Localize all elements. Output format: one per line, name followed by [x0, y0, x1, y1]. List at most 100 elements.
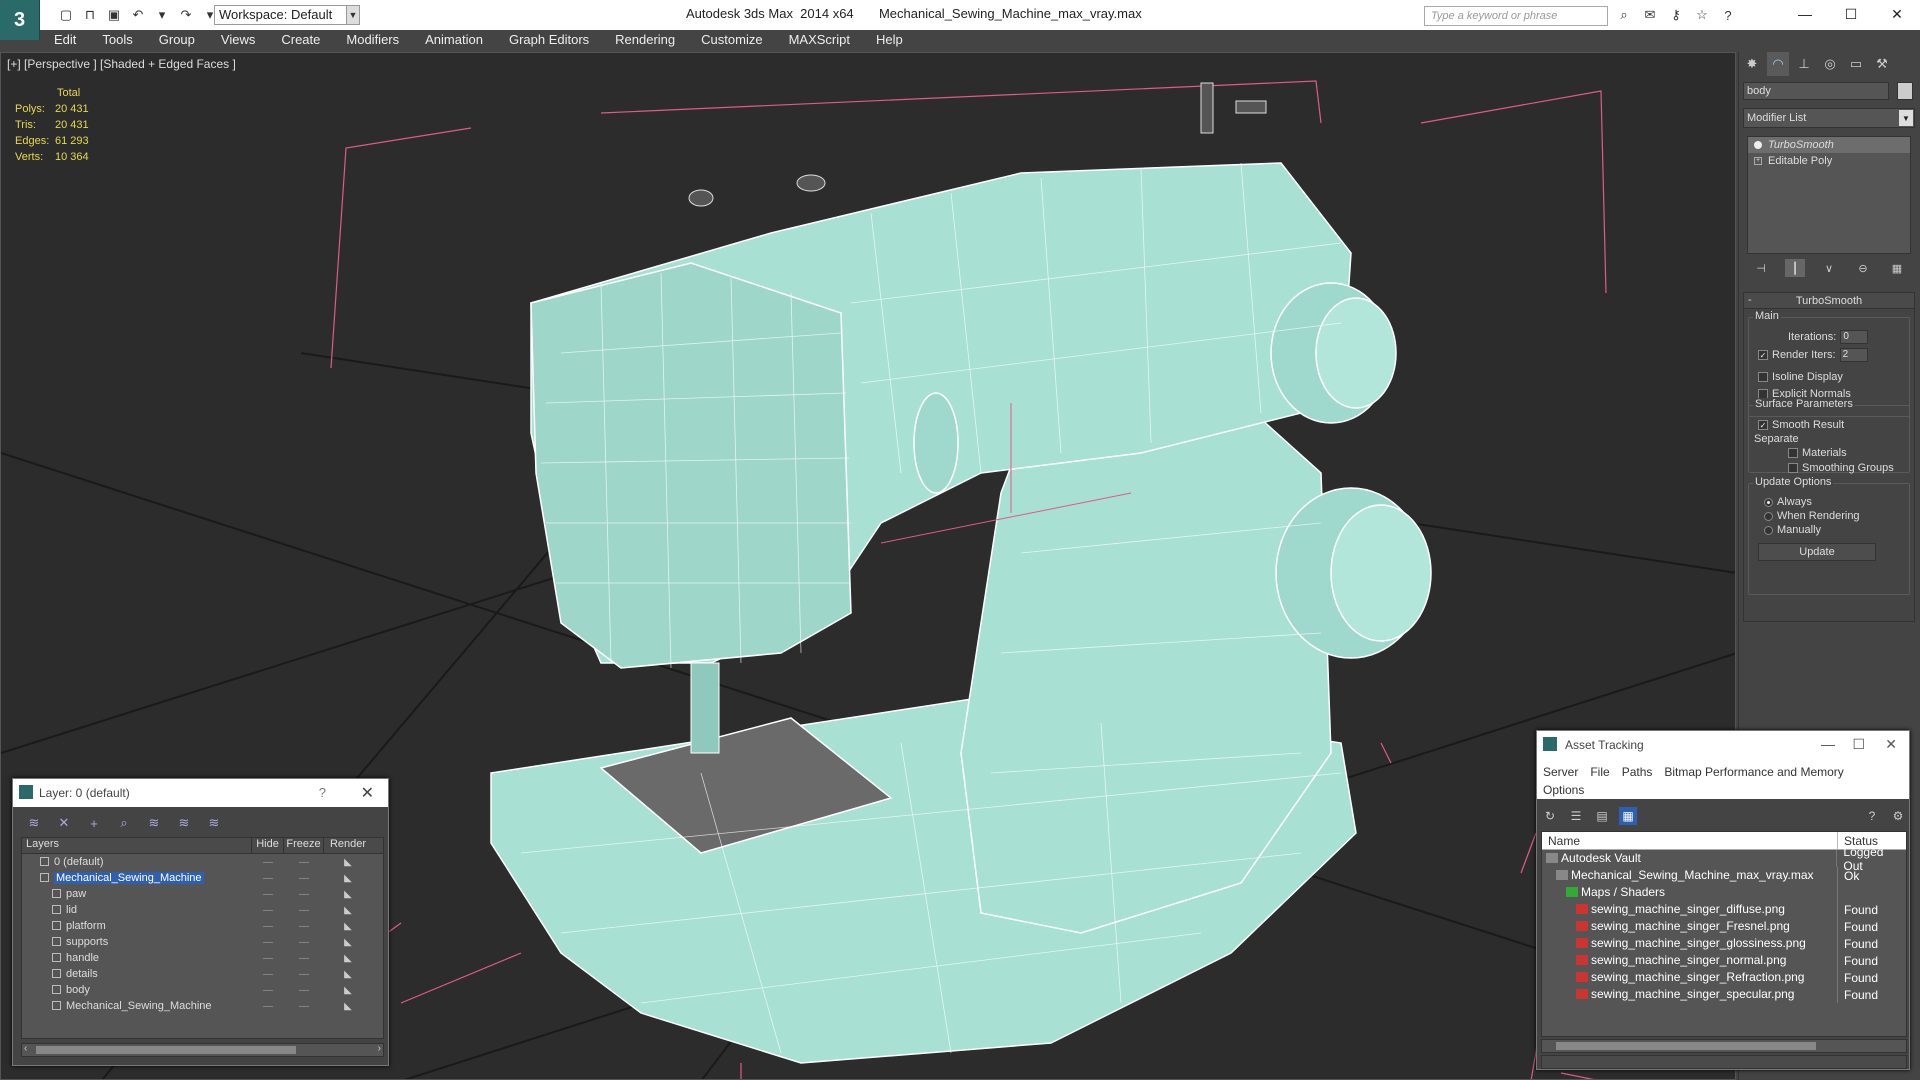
add-to-layer-icon[interactable]: + — [83, 813, 105, 833]
scroll-left-icon[interactable]: ‹ — [24, 1043, 27, 1054]
render-teapot-icon[interactable]: ◣ — [324, 889, 372, 900]
display-tab-icon[interactable]: ▭ — [1845, 52, 1867, 76]
render-teapot-icon[interactable]: ◣ — [324, 857, 372, 868]
scroll-thumb[interactable] — [36, 1046, 296, 1054]
asset-row[interactable]: sewing_machine_singer_glossiness.png Foun… — [1542, 935, 1906, 952]
freeze-toggle[interactable]: — — [284, 1001, 324, 1012]
manually-radio[interactable] — [1764, 525, 1773, 535]
show-end-result-icon[interactable]: ┃ — [1785, 259, 1805, 277]
smooth-result-checkbox[interactable]: ✓ — [1758, 420, 1768, 430]
hide-toggle[interactable]: — — [252, 873, 284, 884]
undo-dropdown-icon[interactable]: ▾ — [152, 5, 172, 25]
hide-toggle[interactable]: — — [252, 953, 284, 964]
hide-toggle[interactable]: — — [252, 985, 284, 996]
hide-toggle[interactable]: — — [252, 889, 284, 900]
delete-layer-icon[interactable]: ✕ — [53, 813, 75, 833]
minimize-icon[interactable]: — — [1782, 0, 1828, 28]
app-logo-button[interactable]: 3 — [0, 0, 40, 40]
sewing-machine-mesh[interactable] — [490, 162, 1432, 1064]
maximize-icon[interactable]: ☐ — [1828, 0, 1874, 28]
stack-item-editable-poly[interactable]: + Editable Poly — [1748, 153, 1910, 169]
layer-row[interactable]: platform — — ◣ — [22, 918, 383, 934]
asset-row[interactable]: sewing_machine_singer_Fresnel.png Found — [1542, 918, 1906, 935]
menu-item-maxscript[interactable]: MAXScript — [775, 30, 862, 50]
minimize-icon[interactable]: — — [1821, 736, 1835, 752]
layer-row[interactable]: Mechanical_Sewing_Machine — — ◣ — [22, 998, 383, 1014]
when-rendering-radio[interactable] — [1764, 511, 1773, 521]
hide-toggle[interactable]: — — [252, 969, 284, 980]
asset-menu-server[interactable]: Server — [1543, 765, 1578, 779]
asset-dialog-titlebar[interactable]: Asset Tracking — ☐ ✕ — [1537, 731, 1909, 759]
asset-menu-paths[interactable]: Paths — [1622, 765, 1653, 779]
column-layers[interactable]: Layers — [22, 838, 252, 853]
undo-icon[interactable]: ↶ — [128, 5, 148, 25]
layer-dialog-titlebar[interactable]: Layer: 0 (default) ? ✕ — [13, 779, 388, 807]
make-unique-icon[interactable]: ∨ — [1819, 259, 1839, 277]
object-name-field[interactable]: body — [1743, 82, 1889, 100]
freeze-toggle[interactable]: — — [284, 937, 324, 948]
scroll-thumb[interactable] — [1556, 1042, 1816, 1050]
create-tab-icon[interactable]: ✸ — [1741, 52, 1763, 76]
column-freeze[interactable]: Freeze — [284, 838, 324, 853]
select-layer-objects-icon[interactable]: ≋ — [143, 813, 165, 833]
menu-item-group[interactable]: Group — [145, 30, 207, 50]
remove-modifier-icon[interactable]: ⊖ — [1853, 259, 1873, 277]
menu-item-modifiers[interactable]: Modifiers — [332, 30, 411, 50]
menu-item-rendering[interactable]: Rendering — [601, 30, 687, 50]
close-icon[interactable]: ✕ — [1874, 0, 1920, 28]
asset-row[interactable]: sewing_machine_singer_Refraction.png Foun… — [1542, 969, 1906, 986]
layer-row[interactable]: details — — ◣ — [22, 966, 383, 982]
freeze-toggle[interactable]: — — [284, 985, 324, 996]
menu-item-animation[interactable]: Animation — [411, 30, 495, 50]
freeze-toggle[interactable]: — — [284, 857, 324, 868]
settings-icon[interactable]: ⚙ — [1889, 807, 1907, 825]
render-teapot-icon[interactable]: ◣ — [324, 969, 372, 980]
render-teapot-icon[interactable]: ◣ — [324, 985, 372, 996]
hide-toggle[interactable]: — — [252, 921, 284, 932]
smoothing-groups-checkbox[interactable] — [1788, 463, 1798, 473]
layer-row[interactable]: paw — — ◣ — [22, 886, 383, 902]
help-icon[interactable]: ? — [319, 785, 326, 800]
presser-foot[interactable] — [690, 662, 720, 754]
open-file-icon[interactable]: ⊓ — [80, 5, 100, 25]
modify-tab-icon[interactable]: ◠ — [1767, 52, 1789, 76]
horizontal-scrollbar[interactable]: ‹ › — [21, 1043, 384, 1057]
update-button[interactable]: Update — [1758, 543, 1876, 561]
menu-item-views[interactable]: Views — [207, 30, 267, 50]
layer-row[interactable]: supports — — ◣ — [22, 934, 383, 950]
chevron-down-icon[interactable]: ▼ — [1899, 110, 1913, 126]
save-file-icon[interactable]: ▣ — [104, 5, 124, 25]
render-teapot-icon[interactable]: ◣ — [324, 905, 372, 916]
freeze-toggle[interactable]: — — [284, 905, 324, 916]
scroll-right-icon[interactable]: › — [378, 1043, 381, 1054]
freeze-toggle[interactable]: — — [284, 889, 324, 900]
asset-row[interactable]: Maps / Shaders — [1542, 884, 1906, 901]
expand-icon[interactable]: + — [1754, 157, 1762, 165]
hierarchy-tab-icon[interactable]: ⊥ — [1793, 52, 1815, 76]
lightbulb-icon[interactable] — [1754, 141, 1762, 149]
chevron-down-icon[interactable]: ▼ — [346, 5, 360, 25]
thumbnail-view-icon[interactable]: ▤ — [1593, 807, 1611, 825]
freeze-toggle[interactable]: — — [284, 873, 324, 884]
hide-toggle[interactable]: — — [252, 857, 284, 868]
key-icon[interactable]: ⚷ — [1667, 6, 1685, 24]
help-icon[interactable]: ? — [1863, 807, 1881, 825]
materials-checkbox[interactable] — [1788, 448, 1798, 458]
menu-item-help[interactable]: Help — [862, 30, 915, 50]
close-icon[interactable]: ✕ — [361, 783, 374, 803]
render-iters-spinner[interactable]: 2 — [1839, 348, 1868, 362]
object-color-swatch[interactable] — [1897, 82, 1913, 100]
modifier-list-dropdown[interactable]: Modifier List — [1743, 108, 1915, 128]
refresh-icon[interactable]: ↻ — [1541, 807, 1559, 825]
asset-row[interactable]: sewing_machine_singer_diffuse.png Found — [1542, 901, 1906, 918]
hide-toggle[interactable]: — — [252, 905, 284, 916]
configure-modifier-sets-icon[interactable]: ▦ — [1887, 259, 1907, 277]
asset-row[interactable]: Mechanical_Sewing_Machine_max_vray.max Ok — [1542, 867, 1906, 884]
search-input[interactable]: Type a keyword or phrase — [1424, 6, 1608, 26]
help-icon[interactable]: ? — [1719, 6, 1737, 24]
freeze-toggle[interactable]: — — [284, 969, 324, 980]
select-highlighted-icon[interactable]: ⌕ — [113, 813, 135, 833]
table-view-icon[interactable]: ▦ — [1619, 807, 1637, 825]
layer-row[interactable]: body — — ◣ — [22, 982, 383, 998]
asset-menu-bitmap-performance-and-memory[interactable]: Bitmap Performance and Memory — [1664, 765, 1843, 779]
